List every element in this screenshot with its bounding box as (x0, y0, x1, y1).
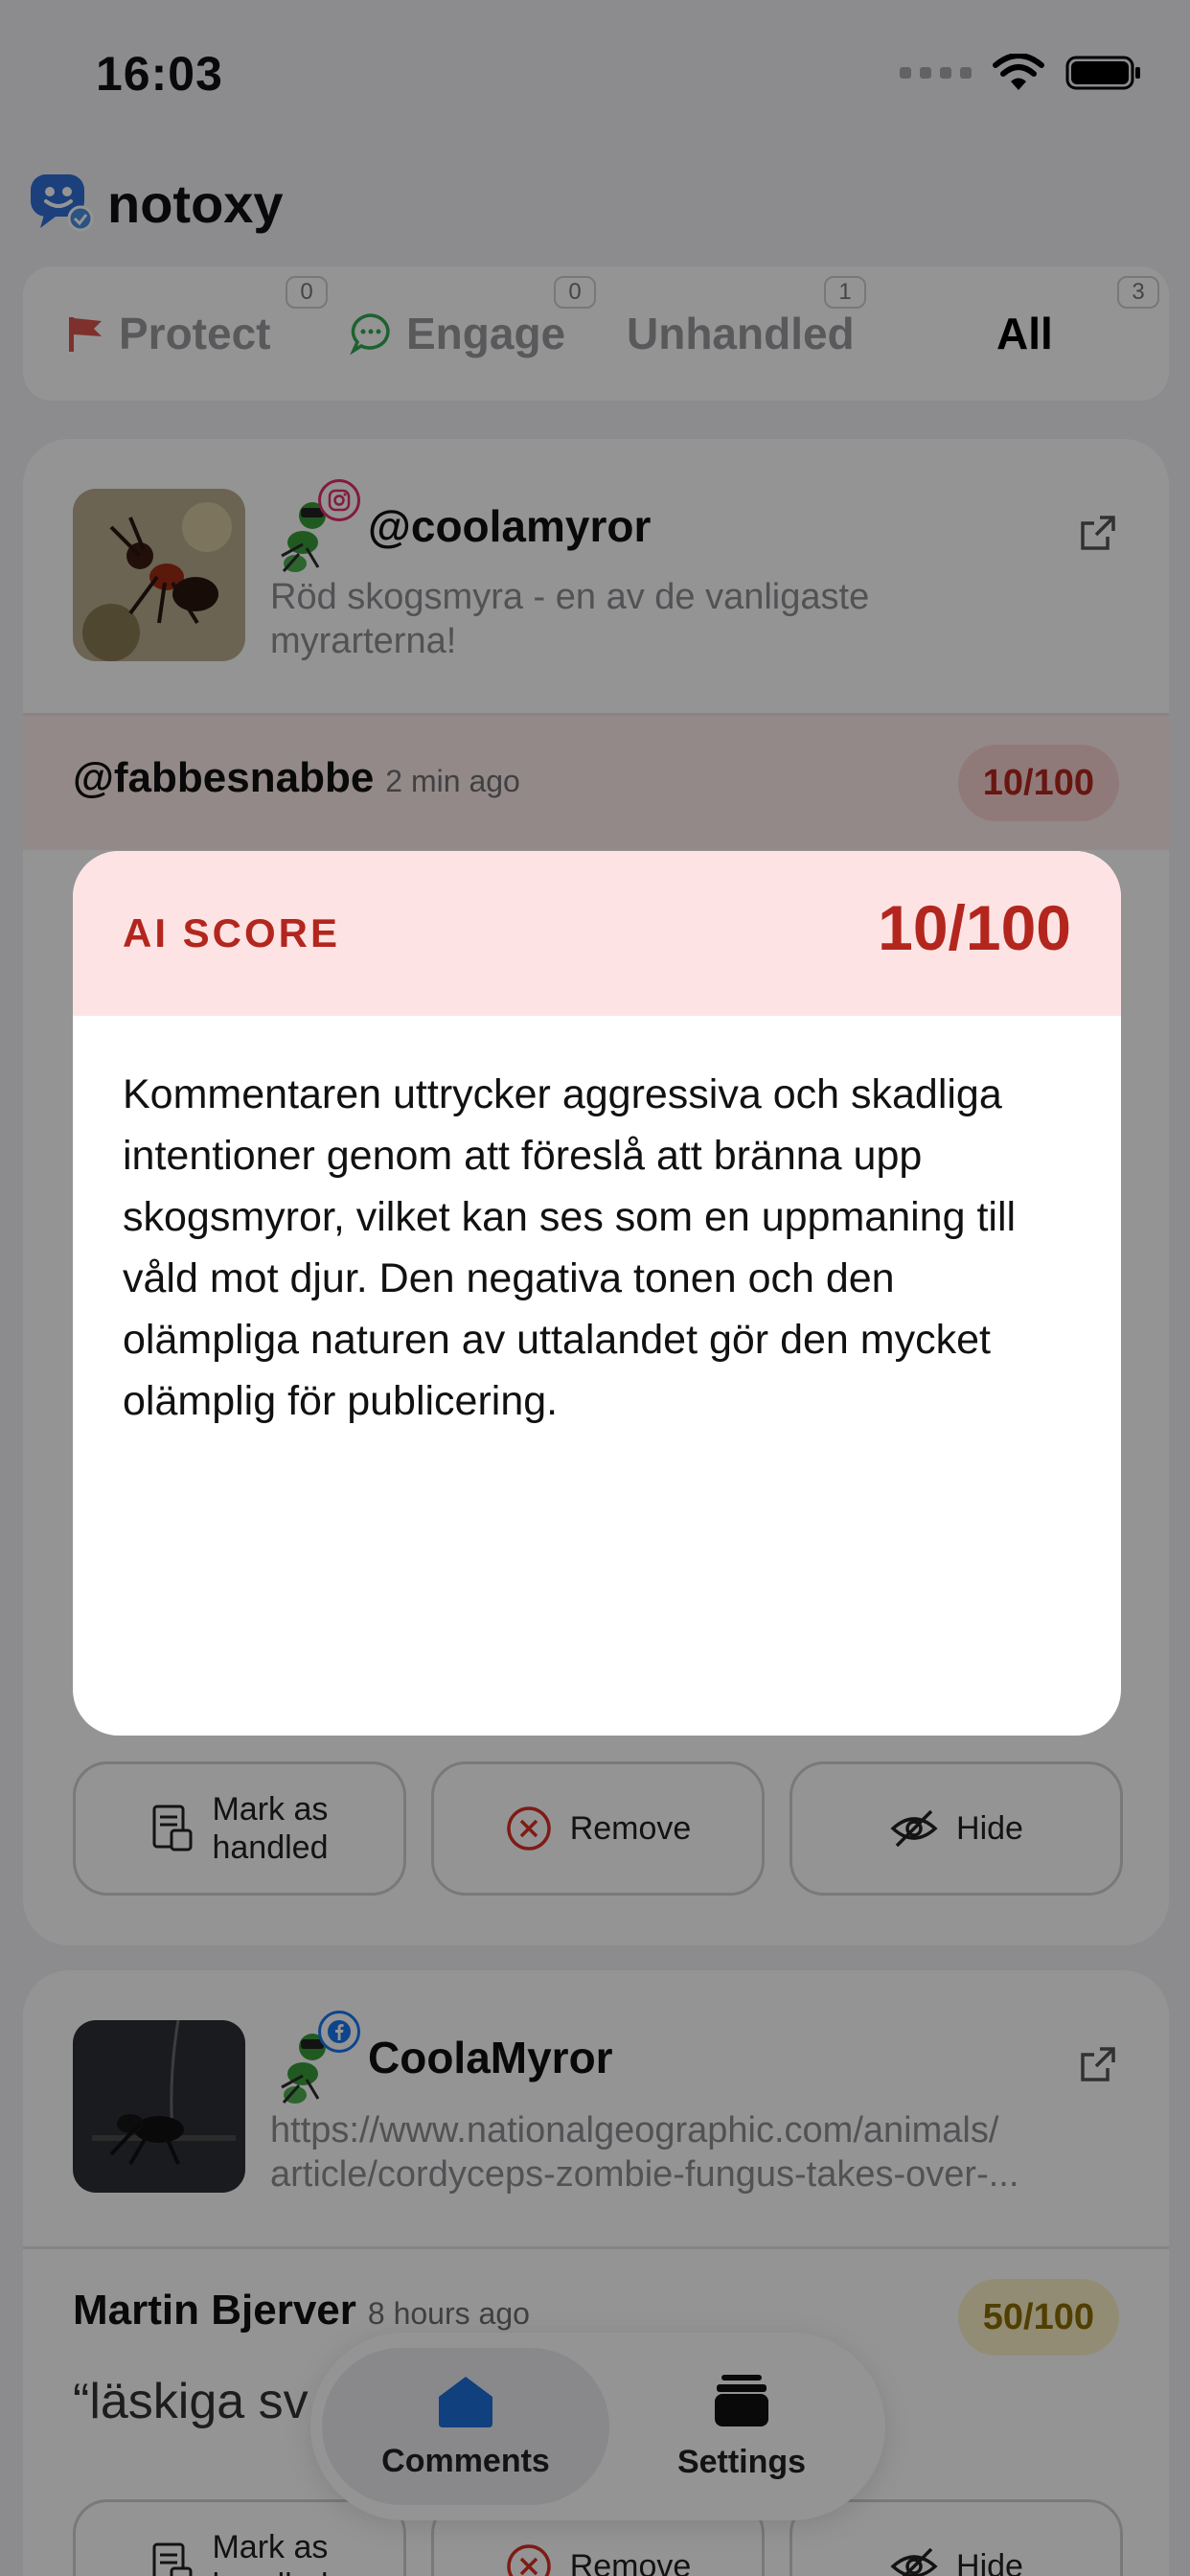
modal-explanation: Kommentaren uttrycker aggressiva och ska… (123, 1071, 1017, 1424)
modal-score: 10/100 (878, 892, 1071, 963)
ai-score-modal: AI SCORE 10/100 Kommentaren uttrycker ag… (73, 851, 1121, 1736)
modal-header: AI SCORE 10/100 (73, 851, 1121, 1016)
modal-title: AI SCORE (123, 910, 341, 955)
